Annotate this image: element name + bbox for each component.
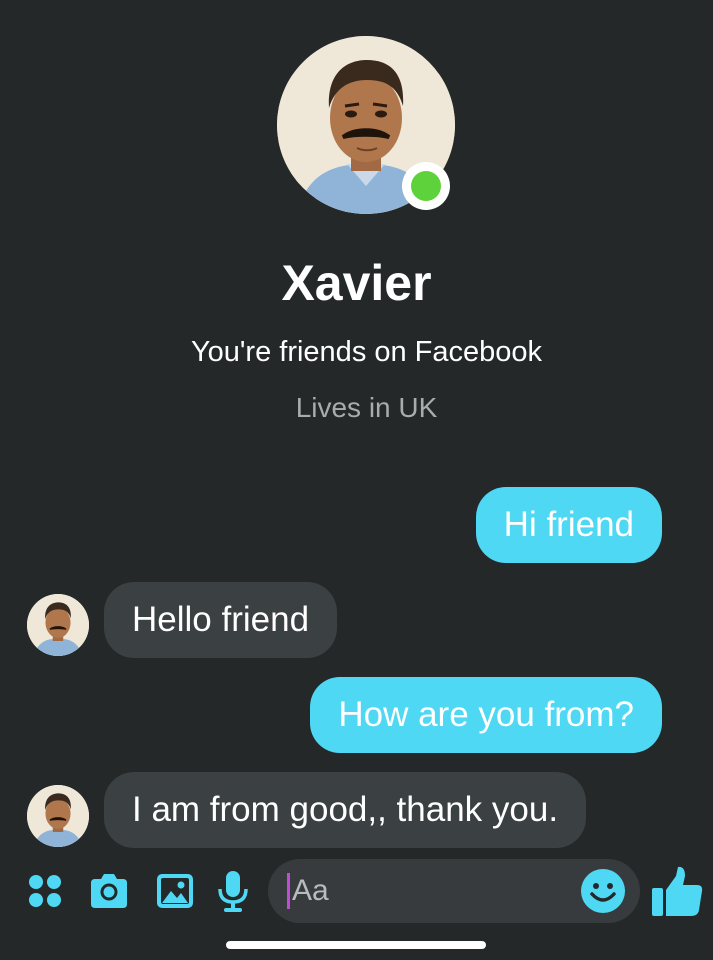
microphone-button[interactable] bbox=[210, 868, 256, 914]
online-status-indicator bbox=[402, 162, 450, 210]
like-icon bbox=[652, 866, 703, 916]
message-bubble-received[interactable]: I am from good,, thank you. bbox=[104, 772, 587, 848]
message-bubble-sent[interactable]: Hi friend bbox=[475, 487, 662, 563]
camera-button[interactable] bbox=[86, 868, 132, 914]
gallery-button[interactable] bbox=[152, 868, 198, 914]
message-bubble-received[interactable]: Hello friend bbox=[104, 582, 338, 658]
sender-avatar[interactable] bbox=[27, 594, 89, 656]
profile-name[interactable]: Xavier bbox=[0, 252, 713, 314]
text-cursor bbox=[287, 873, 290, 909]
apps-button[interactable] bbox=[22, 868, 68, 914]
emoji-icon[interactable] bbox=[580, 868, 626, 914]
sender-photo bbox=[27, 785, 89, 847]
sender-photo bbox=[27, 594, 89, 656]
profile-location-text: Lives in UK bbox=[295, 392, 438, 423]
profile-relationship-text: You're friends on Facebook bbox=[190, 336, 543, 368]
sender-avatar[interactable] bbox=[27, 785, 89, 847]
apps-icon bbox=[29, 875, 61, 907]
chat-screen: Xavier You're friends on Facebook Lives … bbox=[0, 0, 713, 960]
camera-icon bbox=[91, 874, 127, 908]
like-button[interactable] bbox=[651, 864, 703, 918]
microphone-icon bbox=[218, 871, 248, 912]
gallery-icon bbox=[157, 874, 193, 908]
message-input-placeholder: Aa bbox=[292, 874, 329, 907]
home-indicator[interactable] bbox=[226, 941, 486, 949]
message-input[interactable]: Aa bbox=[268, 859, 640, 923]
message-bubble-sent[interactable]: How are you from? bbox=[310, 677, 662, 753]
